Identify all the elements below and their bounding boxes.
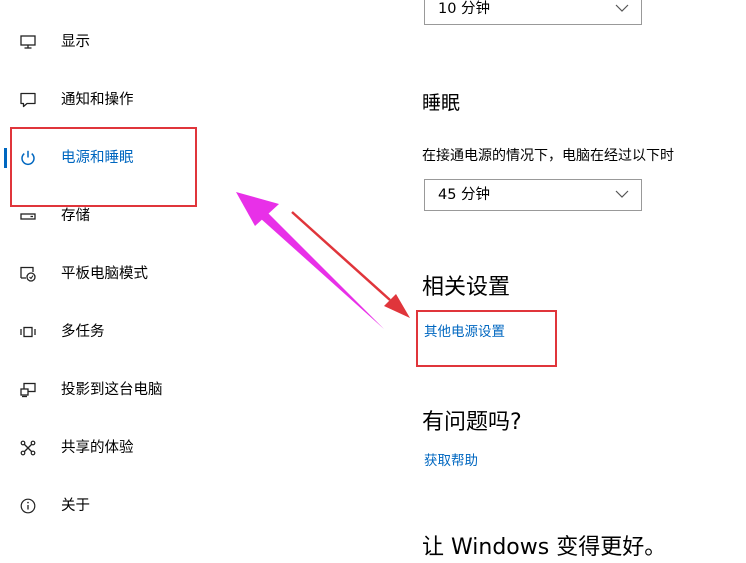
annotation-highlight-power-settings-link [416, 310, 557, 367]
help-heading: 有问题吗? [422, 410, 522, 435]
sleep-description: 在接通电源的情况下，电脑在经过以下时 [422, 148, 674, 164]
annotation-highlight-power-sleep [10, 127, 197, 207]
sidebar-item-about[interactable]: 关于 [0, 486, 330, 526]
sidebar-item-label: 显示 [61, 34, 90, 50]
chevron-down-icon [615, 189, 629, 199]
multitasking-icon [19, 323, 37, 341]
sidebar-item-multitasking[interactable]: 多任务 [0, 312, 330, 352]
sidebar-item-project-to-pc[interactable]: 投影到这台电脑 [0, 370, 330, 410]
dropdown-value: 45 分钟 [438, 187, 491, 203]
screen-timeout-dropdown[interactable]: 10 分钟 [424, 0, 642, 25]
sidebar-item-tablet-mode[interactable]: 平板电脑模式 [0, 254, 330, 294]
sidebar-item-display[interactable]: 显示 [0, 22, 330, 62]
message-icon [19, 91, 37, 109]
monitor-icon [19, 33, 37, 51]
sidebar-item-notifications[interactable]: 通知和操作 [0, 80, 330, 120]
storage-drive-icon [19, 207, 37, 225]
sidebar-item-label: 通知和操作 [61, 92, 134, 108]
info-icon [19, 497, 37, 515]
sidebar-item-shared-experiences[interactable]: 共享的体验 [0, 428, 330, 468]
sidebar-item-label: 投影到这台电脑 [61, 382, 163, 398]
chevron-down-icon [615, 3, 629, 13]
sidebar-item-label: 关于 [61, 498, 90, 514]
sidebar-item-label: 多任务 [61, 324, 105, 340]
feedback-heading: 让 Windows 变得更好。 [422, 535, 667, 560]
related-settings-heading: 相关设置 [422, 275, 511, 300]
sidebar-item-label: 存储 [61, 208, 90, 224]
shared-experiences-icon [19, 439, 37, 457]
get-help-link[interactable]: 获取帮助 [424, 452, 478, 470]
dropdown-value: 10 分钟 [438, 1, 491, 17]
sleep-heading: 睡眠 [422, 92, 461, 114]
sidebar-item-label: 共享的体验 [61, 440, 134, 456]
sidebar-item-label: 平板电脑模式 [61, 266, 148, 282]
tablet-mode-icon [19, 265, 37, 283]
sleep-timeout-dropdown[interactable]: 45 分钟 [424, 179, 642, 211]
project-icon [19, 381, 37, 399]
active-indicator [4, 148, 7, 168]
